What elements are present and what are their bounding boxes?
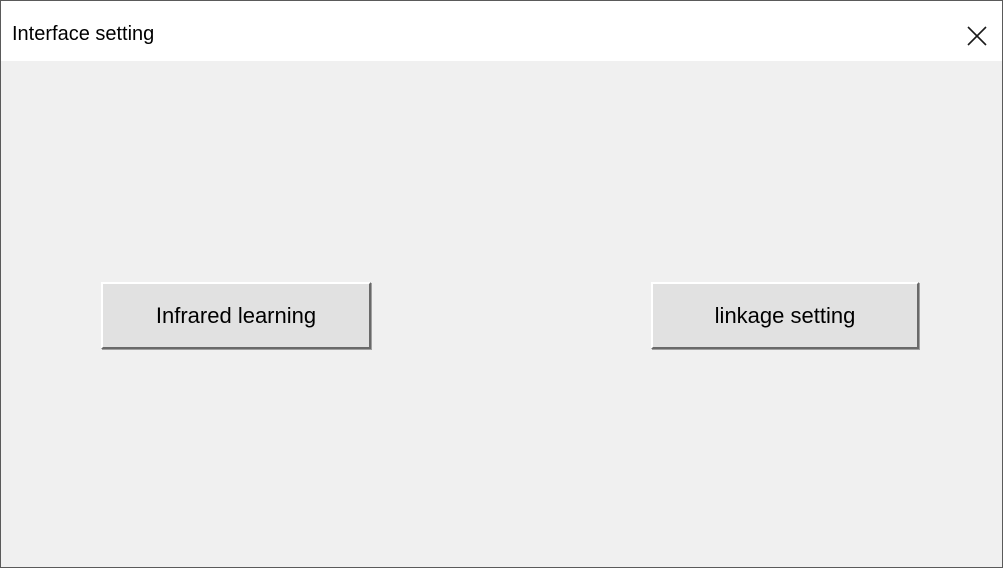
interface-setting-window: Interface setting Infrared learning link… bbox=[0, 0, 1003, 568]
infrared-learning-label: Infrared learning bbox=[155, 302, 317, 328]
dialog-body: Infrared learning linkage setting bbox=[1, 61, 1002, 567]
title-bar[interactable]: Interface setting bbox=[1, 1, 1002, 61]
infrared-learning-button[interactable]: Infrared learning bbox=[101, 282, 371, 349]
window-title: Interface setting bbox=[12, 23, 155, 45]
linkage-setting-label: linkage setting bbox=[714, 302, 856, 328]
close-icon bbox=[967, 26, 987, 46]
close-button[interactable] bbox=[956, 1, 1002, 61]
linkage-setting-button[interactable]: linkage setting bbox=[651, 282, 919, 349]
